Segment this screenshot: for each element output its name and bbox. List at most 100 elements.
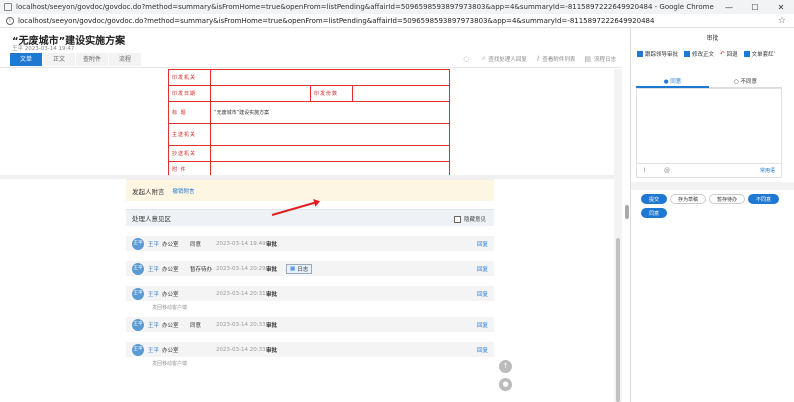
opinion-textarea[interactable] xyxy=(636,88,782,164)
opinion-node: 审批 xyxy=(266,291,278,298)
initiator-note-panel: 发起人附言 撤销附言 xyxy=(126,179,494,201)
submit-button[interactable]: 提交 xyxy=(641,194,668,204)
log-button[interactable]: ▦ 日志 xyxy=(286,263,313,274)
option-edit-body[interactable]: 修改正文 xyxy=(684,50,714,58)
hold-pending-button[interactable]: 暂存待办 xyxy=(709,194,746,204)
reply-link[interactable]: 回复 xyxy=(477,290,488,298)
tab-workflow[interactable]: 流程 xyxy=(109,53,141,66)
panel-divider xyxy=(631,182,794,190)
form-label: 印发日期 xyxy=(168,85,211,102)
radio-agree[interactable]: ● 同意 xyxy=(636,76,709,88)
approval-panel-title: 审批 xyxy=(706,35,719,42)
address-bar[interactable]: i localhost/seeyon/govdoc/govdoc.do?meth… xyxy=(0,14,794,28)
main-content: 印发机关 印发日期 印发份数 标 题 “无废城市”建设实施方案 主送机关 抄送机… xyxy=(0,69,622,402)
tab-form[interactable]: 文单 xyxy=(10,53,42,66)
opinion-action: 同意 xyxy=(190,241,202,248)
more-options-icon[interactable]: ··· xyxy=(768,48,776,57)
form-label: 抄送机关 xyxy=(168,145,211,162)
opinion-area-header: 处理人意见区 隐藏意见 xyxy=(126,209,494,226)
opinion-dept: 办公室 xyxy=(162,347,179,354)
attachment-list-button[interactable]: ⌇ 查看附件列表 xyxy=(536,55,575,63)
option-return[interactable]: ↶ 回退 xyxy=(720,50,738,58)
agree-button[interactable]: 同意 xyxy=(641,208,668,218)
opinion-time: 2023-03-14 20:33 xyxy=(216,321,266,328)
document-header: “无废城市”建设实施方案 王平 2023-03-14 19:47 文单 正文 查… xyxy=(0,28,622,68)
opinion-user[interactable]: 王平 xyxy=(148,346,162,354)
avatar: 王平 xyxy=(132,262,144,275)
window-titlebar: localhost/seeyon/govdoc/govdoc.do?method… xyxy=(0,0,794,14)
form-row: 抄送机关 xyxy=(168,145,450,162)
option-label: 回退 xyxy=(726,52,738,58)
chat-button[interactable]: ● xyxy=(499,378,512,391)
checkbox-checked-icon xyxy=(684,51,691,57)
form-label: 主送机关 xyxy=(168,123,211,146)
save-draft-button[interactable]: 存为草稿 xyxy=(670,194,707,204)
form-row: 标 题 “无废城市”建设实施方案 xyxy=(168,101,450,124)
scroll-top-button[interactable]: ↑ xyxy=(499,360,512,373)
minimize-button[interactable]: — xyxy=(716,3,742,12)
form-label: 标 题 xyxy=(168,101,211,124)
form-value[interactable] xyxy=(352,85,450,102)
common-phrases-link[interactable]: 常用语 xyxy=(760,167,775,174)
form-value[interactable] xyxy=(210,123,450,146)
opinion-user[interactable]: 王平 xyxy=(148,240,162,248)
form-label: 印发份数 xyxy=(310,85,353,102)
form-value[interactable] xyxy=(210,69,450,86)
document-form-sheet: 印发机关 印发日期 印发份数 标 题 “无废城市”建设实施方案 主送机关 抄送机… xyxy=(118,69,498,178)
opinion-node: 审批 xyxy=(266,322,278,329)
log-icon: ▦ xyxy=(290,265,296,272)
opinion-row: 王平 王平 办公室 暂存待办 2023-03-14 20:29 审批 ▦ 日志 … xyxy=(126,261,494,276)
radio-disagree[interactable]: ○ 不同意 xyxy=(709,76,782,88)
form-value[interactable] xyxy=(210,145,450,162)
option-label: 修改正文 xyxy=(692,52,715,58)
opinion-user[interactable]: 王平 xyxy=(148,321,162,329)
close-button[interactable]: ✕ xyxy=(768,3,794,12)
scrollbar-thumb[interactable] xyxy=(616,238,620,402)
document-toolbar: ◌ ⌕ 查找处理人回复 ⌇ 查看附件列表 ▤ 流程日志 xyxy=(454,54,616,63)
opinion-user[interactable]: 王平 xyxy=(148,265,162,273)
bookmark-star-icon[interactable]: ☆ xyxy=(778,16,786,26)
document-tabs: 文单 正文 查附件 流程 xyxy=(10,53,142,66)
opinion-dept: 办公室 xyxy=(162,322,179,329)
opinion-dept: 办公室 xyxy=(162,291,179,298)
comment-icon: ◌ xyxy=(463,54,470,63)
url-text[interactable]: localhost/seeyon/govdoc/govdoc.do?method… xyxy=(18,17,778,25)
revoke-note-link[interactable]: 撤销附言 xyxy=(173,187,195,195)
find-replies-button[interactable]: ⌕ 查找处理人回复 xyxy=(481,54,526,63)
opinion-action: 同意 xyxy=(190,322,202,329)
tab-body[interactable]: 正文 xyxy=(43,53,75,66)
reply-link[interactable]: 回复 xyxy=(477,265,488,273)
window-title: localhost/seeyon/govdoc/govdoc.do?method… xyxy=(16,3,714,11)
comment-button[interactable]: ◌ xyxy=(463,55,472,63)
form-value-title[interactable]: “无废城市”建设实施方案 xyxy=(210,101,450,124)
opinion-source-note: 发回移动客户端 xyxy=(152,305,188,311)
maximize-button[interactable]: ☐ xyxy=(742,3,768,12)
reply-link[interactable]: 回复 xyxy=(477,321,488,329)
opinion-textarea-footer: ⌇ @ 常用语 xyxy=(636,164,782,178)
hide-opinions-checkbox[interactable] xyxy=(453,215,461,223)
form-row: 印发机关 xyxy=(168,69,450,86)
hide-opinions-toggle[interactable]: 隐藏意见 xyxy=(453,215,486,223)
document-form-table: 印发机关 印发日期 印发份数 标 题 “无废城市”建设实施方案 主送机关 抄送机… xyxy=(168,69,450,178)
workflow-log-button[interactable]: ▤ 流程日志 xyxy=(584,55,616,63)
attach-icon[interactable]: ⌇ xyxy=(643,167,646,174)
opinion-time: 2023-03-14 20:29 xyxy=(216,265,266,272)
tab-attachments[interactable]: 查附件 xyxy=(76,53,108,66)
avatar: 王平 xyxy=(132,318,144,331)
form-value[interactable] xyxy=(210,85,311,102)
checkbox-checked-icon xyxy=(743,51,750,57)
return-icon: ↶ xyxy=(720,51,725,57)
opinion-time: 2023-03-14 19:49 xyxy=(216,240,266,247)
radio-disagree-label: 不同意 xyxy=(740,79,758,85)
opinion-user[interactable]: 王平 xyxy=(148,290,162,298)
option-track-leader[interactable]: 跟踪领导审批 xyxy=(637,50,678,58)
document-meta: 王平 2023-03-14 19:47 xyxy=(12,46,75,52)
avatar: 王平 xyxy=(132,237,144,250)
reply-link[interactable]: 回复 xyxy=(477,240,488,248)
mention-icon[interactable]: @ xyxy=(664,167,670,174)
reply-link[interactable]: 回复 xyxy=(477,346,488,354)
search-icon: ⌕ xyxy=(481,54,486,62)
panel-resize-handle[interactable] xyxy=(625,205,629,219)
site-info-icon[interactable]: i xyxy=(6,16,14,25)
disagree-button[interactable]: 不同意 xyxy=(748,194,780,204)
